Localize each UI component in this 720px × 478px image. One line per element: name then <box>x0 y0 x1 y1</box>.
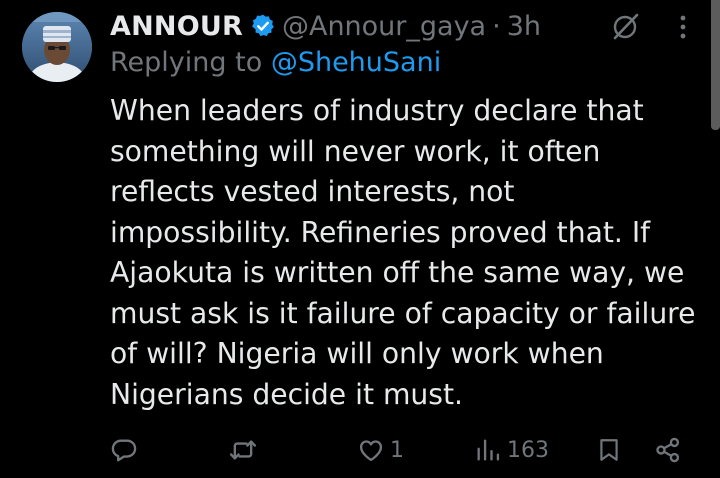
replying-prefix: Replying to <box>110 47 263 78</box>
repost-icon <box>229 440 257 460</box>
share-button[interactable] <box>654 428 682 472</box>
like-button[interactable]: 1 <box>357 428 404 472</box>
post-text-line: When leaders of industry declare that <box>110 94 644 127</box>
avatar[interactable] <box>22 12 92 82</box>
grok-icon[interactable] <box>610 10 642 42</box>
post-text-line: impossibility. Refineries proved that. I… <box>110 215 651 249</box>
replying-to-handle[interactable]: @ShehuSani <box>271 47 441 78</box>
like-count: 1 <box>390 437 404 463</box>
post-text: When leaders of industry declare that so… <box>110 91 700 415</box>
post: ANNOUR @Annour_gaya · 3h Replying to @Sh… <box>0 0 720 478</box>
post-text-line: reflects vested interests, not <box>110 175 515 208</box>
more-options-icon[interactable] <box>676 12 690 42</box>
user-handle[interactable]: @Annour_gaya <box>282 11 486 42</box>
post-text-line: Ajaokuta is written off the same way, we <box>110 256 685 289</box>
views-count: 163 <box>507 437 549 463</box>
views-icon <box>477 439 500 461</box>
reply-button[interactable] <box>110 428 138 472</box>
replying-to: Replying to @ShehuSani <box>110 47 441 78</box>
post-text-line: Nigerians decide it must. <box>110 377 463 411</box>
bookmark-button[interactable] <box>596 428 622 472</box>
display-name[interactable]: ANNOUR <box>110 11 243 42</box>
scrollbar[interactable] <box>711 0 720 130</box>
timestamp[interactable]: 3h <box>507 11 541 42</box>
post-text-line: of will? Nigeria will only work when <box>110 337 604 370</box>
reply-icon <box>111 439 137 462</box>
verified-badge-icon <box>250 13 276 39</box>
post-text-line: something will never work, it often <box>110 134 601 168</box>
repost-button[interactable] <box>228 428 258 472</box>
views-button[interactable]: 163 <box>474 428 549 472</box>
action-bar: 1 163 <box>0 428 720 472</box>
heart-icon <box>359 440 383 462</box>
post-text-line: must ask is it failure of capacity or fa… <box>110 296 696 330</box>
post-header: ANNOUR @Annour_gaya · 3h <box>110 6 541 46</box>
bookmark-icon <box>600 439 618 461</box>
share-icon <box>656 437 680 463</box>
separator-dot: · <box>492 10 501 42</box>
